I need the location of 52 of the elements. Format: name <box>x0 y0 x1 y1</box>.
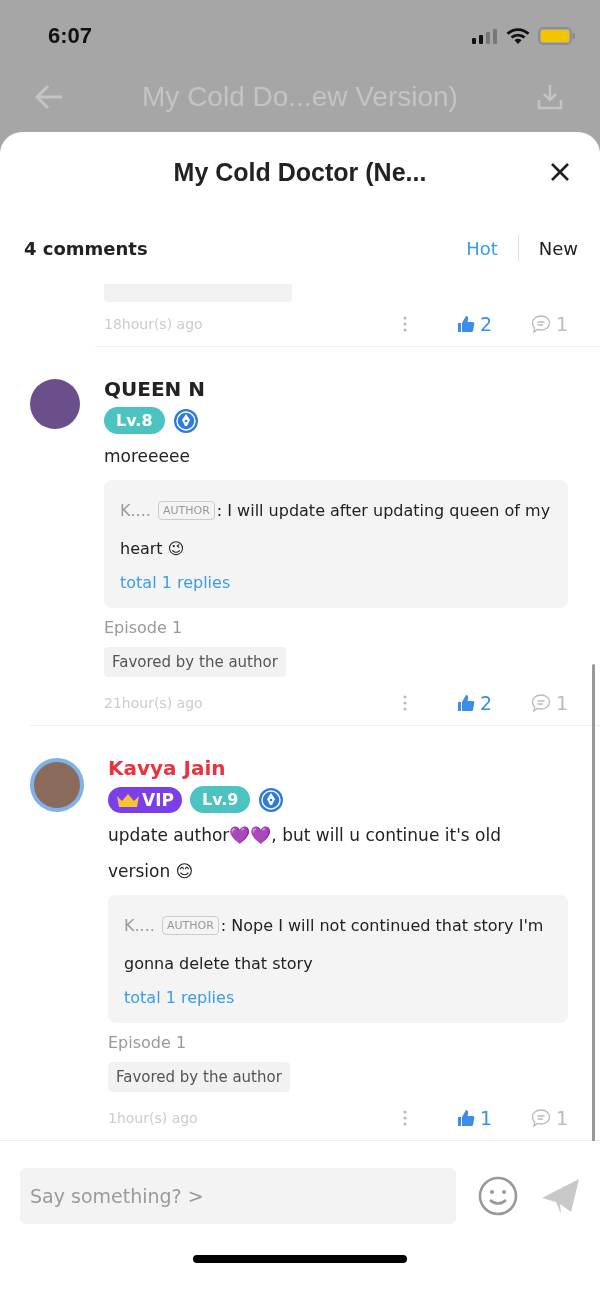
comment-text: moreeeee <box>104 445 190 468</box>
close-icon[interactable] <box>550 162 570 182</box>
like-button[interactable]: 2 <box>456 692 531 714</box>
download-icon[interactable] <box>536 83 564 111</box>
user-name[interactable]: Kavya Jain <box>108 756 226 780</box>
replies-link[interactable]: total 1 replies <box>120 568 231 598</box>
reply-box[interactable]: K.... AUTHOR : Nope I will not continued that story I'm gonna delete that story total 1 replies <box>108 895 568 1023</box>
level-badge: Lv.8 <box>104 407 165 434</box>
reply-count-button[interactable]: 1 <box>530 1107 568 1129</box>
chat-bubble-icon <box>530 693 551 713</box>
favored-tag: Favored by the author <box>104 647 286 677</box>
pen-medal-icon <box>172 407 199 434</box>
reply-text: K.... AUTHOR : Nope I will not continued that story I'm gonna delete that story <box>124 915 545 975</box>
reply-box[interactable]: K.... AUTHOR : I will update after updating queen of my heart 😉 total 1 replies <box>104 480 568 608</box>
more-icon[interactable] <box>402 1110 407 1126</box>
reply-text: K.... AUTHOR : I will update after updating queen of my heart 😉 <box>120 500 552 560</box>
avatar[interactable] <box>30 758 84 812</box>
thumbs-up-icon <box>456 315 475 333</box>
reply-count-button[interactable]: 1 <box>530 692 568 714</box>
sort-tab[interactable]: New <box>538 237 578 259</box>
chat-bubble-icon <box>530 314 551 334</box>
thumbs-up-icon <box>456 694 475 712</box>
vip-badge: VIP <box>108 786 182 813</box>
replies-link[interactable]: total 1 replies <box>124 983 235 1013</box>
level-badge: Lv.9 <box>189 786 251 813</box>
like-button[interactable]: 2 <box>456 313 531 335</box>
user-name[interactable]: QUEEN N <box>104 377 205 401</box>
like-button[interactable]: 1 <box>456 1107 531 1129</box>
status-time: 6:07 <box>48 23 93 49</box>
chat-bubble-icon <box>530 1108 551 1128</box>
emoji-icon[interactable] <box>478 1176 518 1216</box>
more-icon[interactable] <box>402 316 407 332</box>
thumbs-up-icon <box>456 1109 475 1127</box>
favored-tag: Favored by the author <box>108 1062 290 1092</box>
pen-medal-icon <box>258 786 285 813</box>
avatar[interactable] <box>30 379 80 429</box>
episode-label: Episode 1 <box>108 1033 187 1052</box>
home-indicator[interactable] <box>193 1255 407 1263</box>
battery-icon <box>538 27 576 45</box>
back-arrow-icon[interactable] <box>34 84 64 110</box>
signal-icon <box>472 28 498 44</box>
sort-tab[interactable]: Hot <box>466 237 498 259</box>
comment-text: update author💜💜, but will u continue it's old version 😊 <box>108 824 502 883</box>
reply-count-button[interactable]: 1 <box>530 313 568 335</box>
episode-label: Episode 1 <box>104 618 183 637</box>
wifi-icon <box>506 27 530 45</box>
send-icon[interactable] <box>540 1176 580 1216</box>
more-icon[interactable] <box>402 695 407 711</box>
scrollbar[interactable] <box>592 664 595 1141</box>
sheet-title: My Cold Doctor (Ne... <box>173 157 427 187</box>
comment-count: 4 comments <box>24 237 148 259</box>
comment-input[interactable]: Say something? > <box>20 1168 456 1224</box>
